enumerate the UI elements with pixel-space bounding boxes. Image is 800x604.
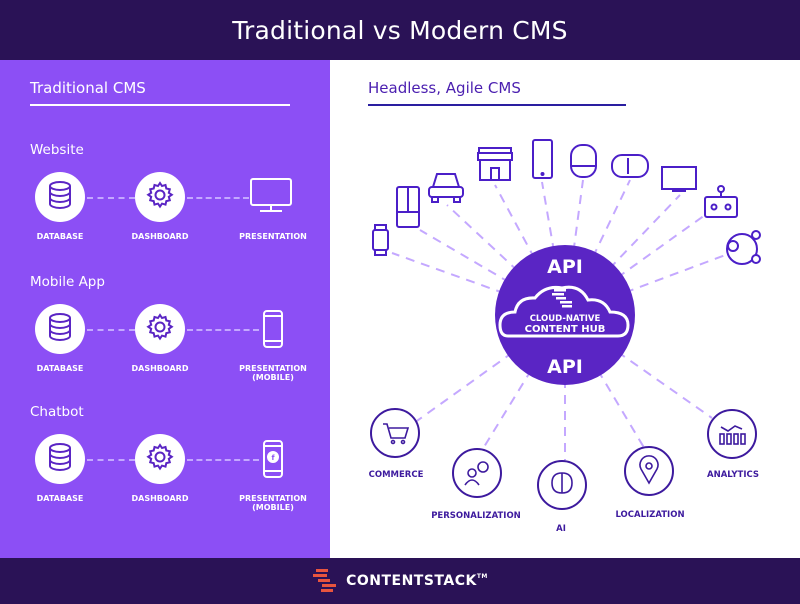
brand-text: CONTENTSTACK <box>346 573 477 589</box>
contentstack-logo-icon <box>313 569 337 592</box>
capability-circle <box>707 409 757 459</box>
capability-circle <box>370 408 420 458</box>
storefront-icon <box>477 147 513 181</box>
refrigerator-icon <box>396 186 420 228</box>
robot-icon <box>704 185 738 218</box>
car-icon <box>428 173 464 203</box>
footer: CONTENTSTACKTM <box>0 558 800 604</box>
capability-ai <box>537 460 587 510</box>
smart-speaker-icon <box>570 144 597 178</box>
content-hub: API CLOUD-NATIVE CONTENT HUB API <box>495 245 635 385</box>
smartphone-icon <box>532 139 553 179</box>
brand-name: CONTENTSTACKTM <box>346 573 488 589</box>
capability-label: ANALYTICS <box>707 470 759 480</box>
social-network-icon <box>726 230 761 265</box>
hub-line-1: CLOUD-NATIVE <box>530 314 601 324</box>
capability-label: PERSONALIZATION <box>431 511 521 521</box>
api-top-label: API <box>547 256 583 278</box>
api-bottom-label: API <box>547 356 583 378</box>
capability-label: LOCALIZATION <box>615 510 685 520</box>
capability-label: AI <box>556 524 566 534</box>
tv-icon <box>661 166 697 192</box>
vr-headset-icon <box>611 154 649 178</box>
smartwatch-icon <box>372 224 389 256</box>
trademark: TM <box>476 573 488 580</box>
capability-analytics <box>707 409 757 459</box>
capability-circle <box>452 448 502 498</box>
capability-commerce <box>370 408 420 458</box>
hub-line-2: CONTENT HUB <box>525 324 606 335</box>
capability-label: COMMERCE <box>368 470 424 480</box>
capability-localization <box>624 446 674 496</box>
capability-circle <box>624 446 674 496</box>
capability-personalization <box>452 448 502 498</box>
